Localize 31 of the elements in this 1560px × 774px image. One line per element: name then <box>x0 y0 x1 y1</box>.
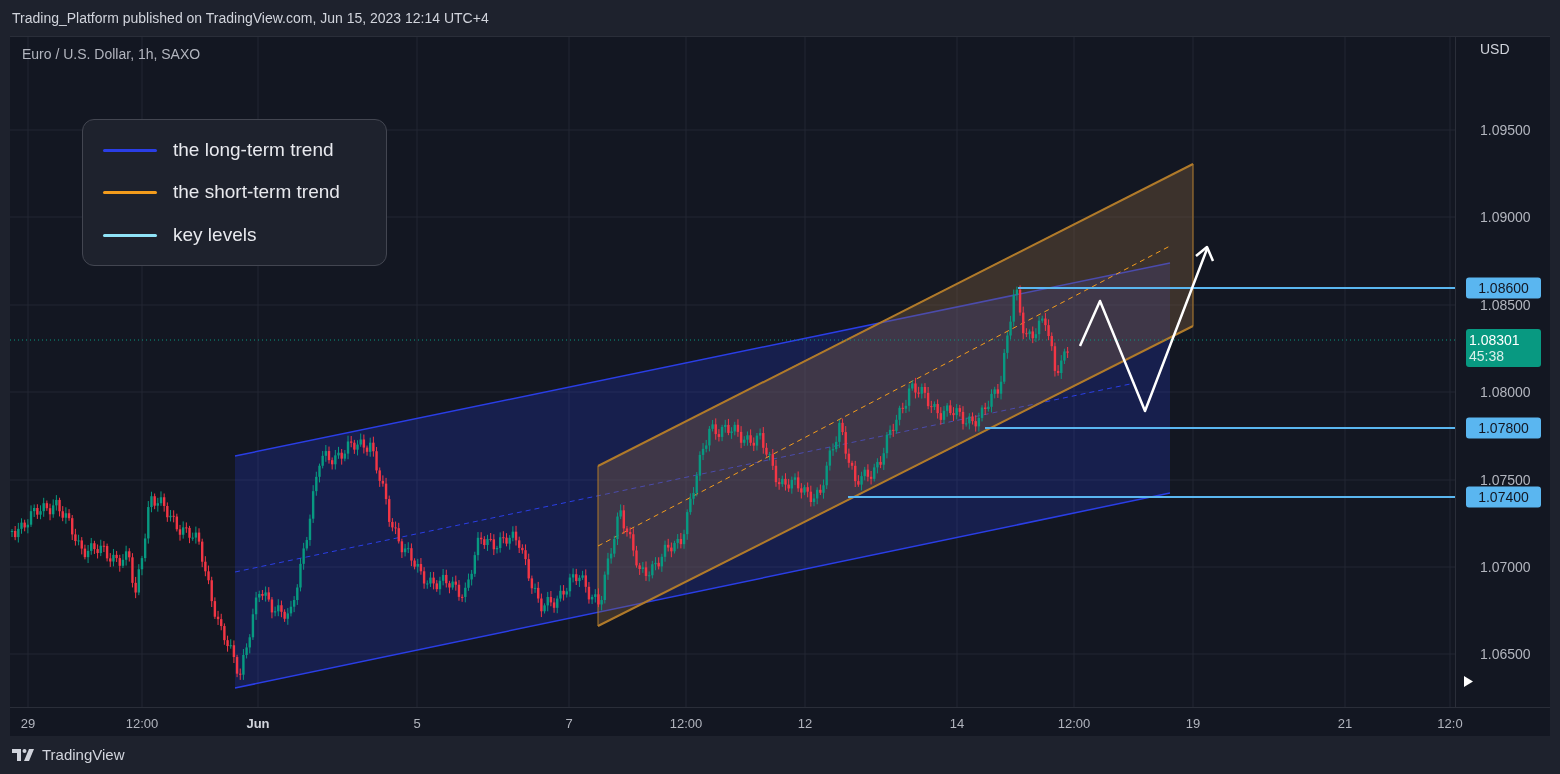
published-caption: Trading_Platform published on TradingView.com, Jun 15, 2023 12:14 UTC+4 <box>12 8 489 28</box>
legend-label: the short-term trend <box>173 180 340 205</box>
price-tick: 1.08000 <box>1480 382 1531 402</box>
brand-name: TradingView <box>42 744 125 765</box>
price-level-tag: 1.07400 <box>1466 486 1541 508</box>
currency-label: USD <box>1480 39 1510 59</box>
symbol-title: Euro / U.S. Dollar, 1h, SAXO <box>22 45 201 64</box>
time-tick: Jun <box>246 715 270 733</box>
last-price: 1.08301 <box>1469 332 1521 348</box>
time-tick: 12:00 <box>1057 715 1091 733</box>
time-tick: 5 <box>413 715 421 733</box>
time-tick: 12 <box>797 715 813 733</box>
time-tick: 7 <box>565 715 573 733</box>
price-level-tag: 1.07800 <box>1466 417 1541 439</box>
scroll-to-latest-icon[interactable] <box>1464 676 1473 687</box>
legend-label: the long-term trend <box>173 137 334 162</box>
time-tick: 14 <box>949 715 965 733</box>
time-tick: 19 <box>1185 715 1201 733</box>
legend-label: key levels <box>173 222 257 247</box>
time-tick: 12:0 <box>1437 715 1463 733</box>
time-tick: 21 <box>1337 715 1353 733</box>
time-tick: 29 <box>20 715 36 733</box>
price-tick: 1.06500 <box>1480 644 1531 664</box>
price-tick: 1.09500 <box>1480 120 1531 140</box>
logo-icon <box>12 749 36 761</box>
price-level-tag: 1.08600 <box>1466 277 1541 299</box>
time-tick: 12:00 <box>669 715 703 733</box>
time-tick: 12:00 <box>125 715 159 733</box>
bar-countdown: 45:38 <box>1469 348 1506 364</box>
price-tick: 1.07000 <box>1480 557 1531 577</box>
price-tick: 1.09000 <box>1480 207 1531 227</box>
